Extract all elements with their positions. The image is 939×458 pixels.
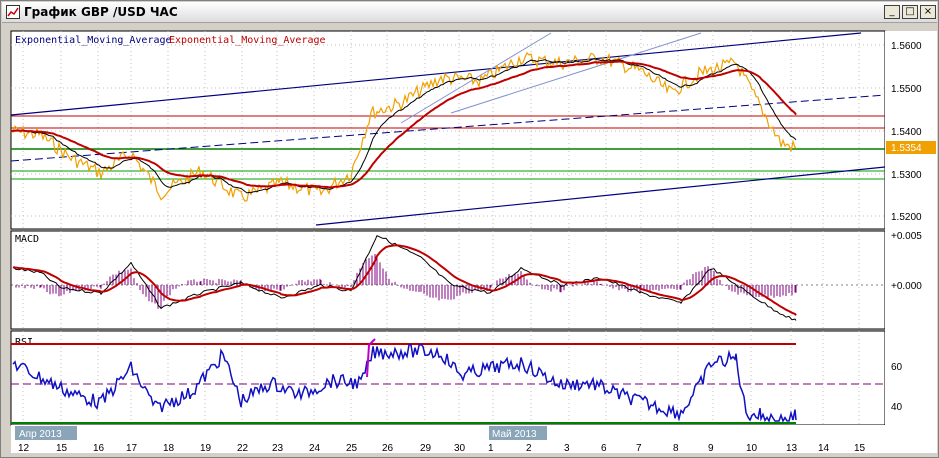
maximize-button[interactable]: □ [902, 5, 918, 19]
time-tick: 10 [746, 443, 758, 454]
time-tick: 7 [636, 443, 642, 454]
title-bar[interactable]: График GBP /USD ЧАС _ □ × [2, 2, 937, 23]
time-tick: 9 [708, 443, 714, 454]
macd-tick: +0.005 [891, 231, 922, 242]
price-tick: 1.5200 [891, 212, 922, 223]
legend-ema-slow: Exponential_Moving_Average [169, 35, 326, 46]
time-tick: 15 [56, 443, 68, 454]
price-tick: 1.5400 [891, 127, 922, 138]
rsi-tick: 40 [891, 402, 903, 413]
price-tick: 1.5300 [891, 170, 922, 181]
rsi-pane[interactable] [10, 330, 886, 426]
time-tick: 13 [786, 443, 798, 454]
price-tick: 1.5600 [891, 41, 922, 52]
time-tick: 24 [309, 443, 321, 454]
time-tick: 19 [200, 443, 212, 454]
month-label: Май 2013 [492, 429, 537, 440]
time-tick: 2 [526, 443, 532, 454]
time-tick: 25 [346, 443, 358, 454]
close-icon: × [923, 6, 933, 17]
time-axis [11, 425, 937, 453]
time-tick: 12 [18, 443, 30, 454]
macd-tick: +0.000 [891, 281, 922, 292]
time-tick: 3 [564, 443, 570, 454]
time-tick: 6 [601, 443, 607, 454]
time-tick: 1 [488, 443, 494, 454]
minimize-button[interactable]: _ [884, 5, 900, 19]
maximize-icon: □ [905, 6, 915, 17]
close-button[interactable]: × [920, 5, 936, 19]
time-tick: 29 [420, 443, 432, 454]
chart-app-icon [6, 5, 20, 19]
legend-ema-fast: Exponential_Moving_Average [15, 35, 172, 46]
time-tick: 15 [854, 443, 866, 454]
chart-window: График GBP /USD ЧАС _ □ × Exponential_Mo… [0, 0, 939, 458]
time-tick: 22 [237, 443, 249, 454]
window-title: График GBP /USD ЧАС [24, 5, 178, 19]
minimize-icon: _ [889, 6, 895, 17]
time-tick: 8 [673, 443, 679, 454]
month-label: Апр 2013 [19, 429, 62, 440]
rsi-label: RSI [15, 337, 33, 348]
time-tick: 18 [163, 443, 175, 454]
time-tick: 30 [454, 443, 466, 454]
price-pane[interactable] [10, 30, 886, 230]
time-tick: 16 [93, 443, 105, 454]
time-tick: 26 [382, 443, 394, 454]
macd-label: MACD [15, 234, 39, 245]
time-tick: 17 [126, 443, 138, 454]
time-tick: 23 [272, 443, 284, 454]
last-price-value: 1.5354 [891, 143, 922, 154]
price-tick: 1.5500 [891, 84, 922, 95]
time-tick: 14 [818, 443, 830, 454]
chart-area[interactable]: Exponential_Moving_Average Exponential_M… [1, 23, 938, 457]
rsi-tick: 60 [891, 362, 903, 373]
